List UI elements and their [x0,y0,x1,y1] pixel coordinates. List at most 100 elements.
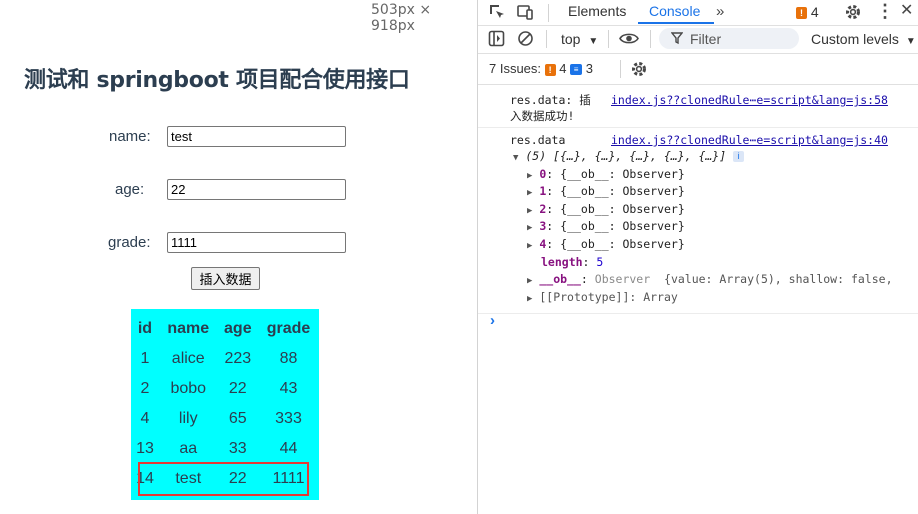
caret-right-icon: ▶ [527,188,533,198]
cell-age: 65 [228,410,247,427]
table-row: 2 bobo 22 43 [131,374,319,404]
caret-right-icon: ▶ [527,206,533,216]
console-message: res.data: 插 入数据成功! index.js??clonedRule⋯… [478,88,918,128]
warning-counter[interactable]: ! 4 [796,4,819,20]
issues-warning-icon: ! [544,63,556,76]
caret-right-icon: ▶ [527,171,533,181]
header-age: age [224,320,252,337]
filter-input[interactable]: Filter [659,28,799,49]
cell-id: 2 [140,380,150,397]
array-expander[interactable]: ▼ (5) [{…}, {…}, {…}, {…}, {…}] i [513,149,745,163]
toolbar-divider [620,60,621,78]
header-name: name [167,320,210,337]
cell-id: 1 [140,350,150,367]
age-label: age: [115,181,145,198]
cell-grade: 44 [279,440,298,457]
active-tab-underline [638,22,714,24]
array-item[interactable]: ▶ 0: {__ob__: Observer} [527,167,685,181]
toolbar-divider [548,4,549,22]
console-message: res.data index.js??clonedRule⋯e=script&l… [478,128,918,314]
table-header-row: id name age grade [131,314,319,344]
header-grade: grade [266,320,311,337]
prototype-item[interactable]: ▶ [[Prototype]]: Array [527,290,678,304]
live-expression-eye-icon[interactable] [619,30,639,52]
cell-id: 13 [136,440,154,457]
source-link[interactable]: index.js??clonedRule⋯e=script&lang=js:58 [611,93,888,107]
clear-console-icon[interactable] [517,30,534,52]
dropdown-arrow-icon: ▼ [905,36,916,47]
warning-icon: ! [796,7,807,20]
issues-link[interactable]: 7 Issues: ! 4 ≡ 3 [489,61,593,76]
caret-right-icon: ▶ [527,223,533,233]
cell-age: 22 [228,380,247,397]
tab-console[interactable]: Console [649,3,700,19]
dropdown-arrow-icon: ▼ [588,36,599,47]
cell-name: bobo [170,380,207,397]
name-input[interactable] [167,126,346,147]
console-settings-gear-icon[interactable] [630,60,648,83]
name-label: name: [109,128,151,145]
cell-name: test [175,470,202,487]
cell-name: alice [171,350,205,367]
toolbar-divider [546,30,547,48]
array-item[interactable]: ▶ 2: {__ob__: Observer} [527,202,685,216]
student-table: id name age grade 1 alice 223 88 2 bobo … [131,309,319,500]
filter-placeholder: Filter [690,31,722,47]
cell-grade: 88 [279,350,298,367]
array-item[interactable]: ▶ 4: {__ob__: Observer} [527,237,685,251]
sidebar-toggle-icon[interactable] [488,30,505,52]
device-toolbar-icon[interactable] [516,3,534,26]
toolbar-divider [650,30,651,48]
log-text-cont: 入数据成功! [510,109,575,123]
toolbar-divider [608,30,609,48]
more-options-icon[interactable]: ⋮ [876,2,894,20]
array-length: length: 5 [541,255,604,269]
log-text: res.data [510,133,566,147]
close-devtools-icon[interactable]: ✕ [900,2,913,20]
log-levels-dropdown[interactable]: Custom levels ▼ [811,31,916,47]
tab-elements[interactable]: Elements [568,3,626,19]
cell-id: 14 [136,470,154,487]
cell-age: 33 [228,440,247,457]
name-row: name: [0,126,477,150]
cell-age: 22 [228,470,247,487]
settings-gear-icon[interactable] [844,3,862,26]
caret-right-icon: ▶ [527,276,533,286]
issues-info-icon: ≡ [570,64,583,76]
age-input[interactable] [167,179,346,200]
info-icon: i [733,151,745,162]
grade-label: grade: [108,234,151,251]
cell-age: 223 [224,350,252,367]
page-title: 测试和 springboot 项目配合使用接口 [24,68,410,93]
devtools-panel: Elements Console » ! 4 ⋮ ✕ top ▼ Filter … [477,0,918,514]
cell-grade: 43 [279,380,298,397]
console-prompt-icon[interactable]: › [490,312,495,329]
cell-name: lily [178,410,198,427]
cell-id: 4 [140,410,150,427]
filter-funnel-icon [670,31,684,50]
array-item[interactable]: ▶ 1: {__ob__: Observer} [527,184,685,198]
grade-row: grade: [0,232,477,256]
insert-data-button[interactable]: 插入数据 [191,267,260,290]
array-item[interactable]: ▶ 3: {__ob__: Observer} [527,219,685,233]
issues-bar: 7 Issues: ! 4 ≡ 3 [478,53,918,85]
caret-right-icon: ▶ [527,294,533,304]
more-tabs-icon[interactable]: » [716,3,724,21]
age-row: age: [0,179,477,203]
table-row-new: 14 test 22 1111 [131,464,319,494]
table-row: 1 alice 223 88 [131,344,319,374]
console-toolbar: top ▼ Filter Custom levels ▼ [478,25,918,54]
grade-input[interactable] [167,232,346,253]
viewport-size-label: 503px × 918px [371,2,432,34]
source-link[interactable]: index.js??clonedRule⋯e=script&lang=js:40 [611,133,888,147]
caret-right-icon: ▶ [527,241,533,251]
context-selector[interactable]: top ▼ [561,31,598,47]
header-id: id [137,320,153,337]
inspect-element-icon[interactable] [488,3,506,26]
app-page: 503px × 918px 测试和 springboot 项目配合使用接口 na… [0,0,477,514]
log-text: res.data: 插 [510,93,591,107]
observer-item[interactable]: ▶ __ob__: Observer {value: Array(5), sha… [527,272,893,286]
devtools-main-toolbar: Elements Console » ! 4 ⋮ ✕ [478,0,918,26]
table-row: 4 lily 65 333 [131,404,319,434]
cell-grade: 333 [275,410,302,427]
